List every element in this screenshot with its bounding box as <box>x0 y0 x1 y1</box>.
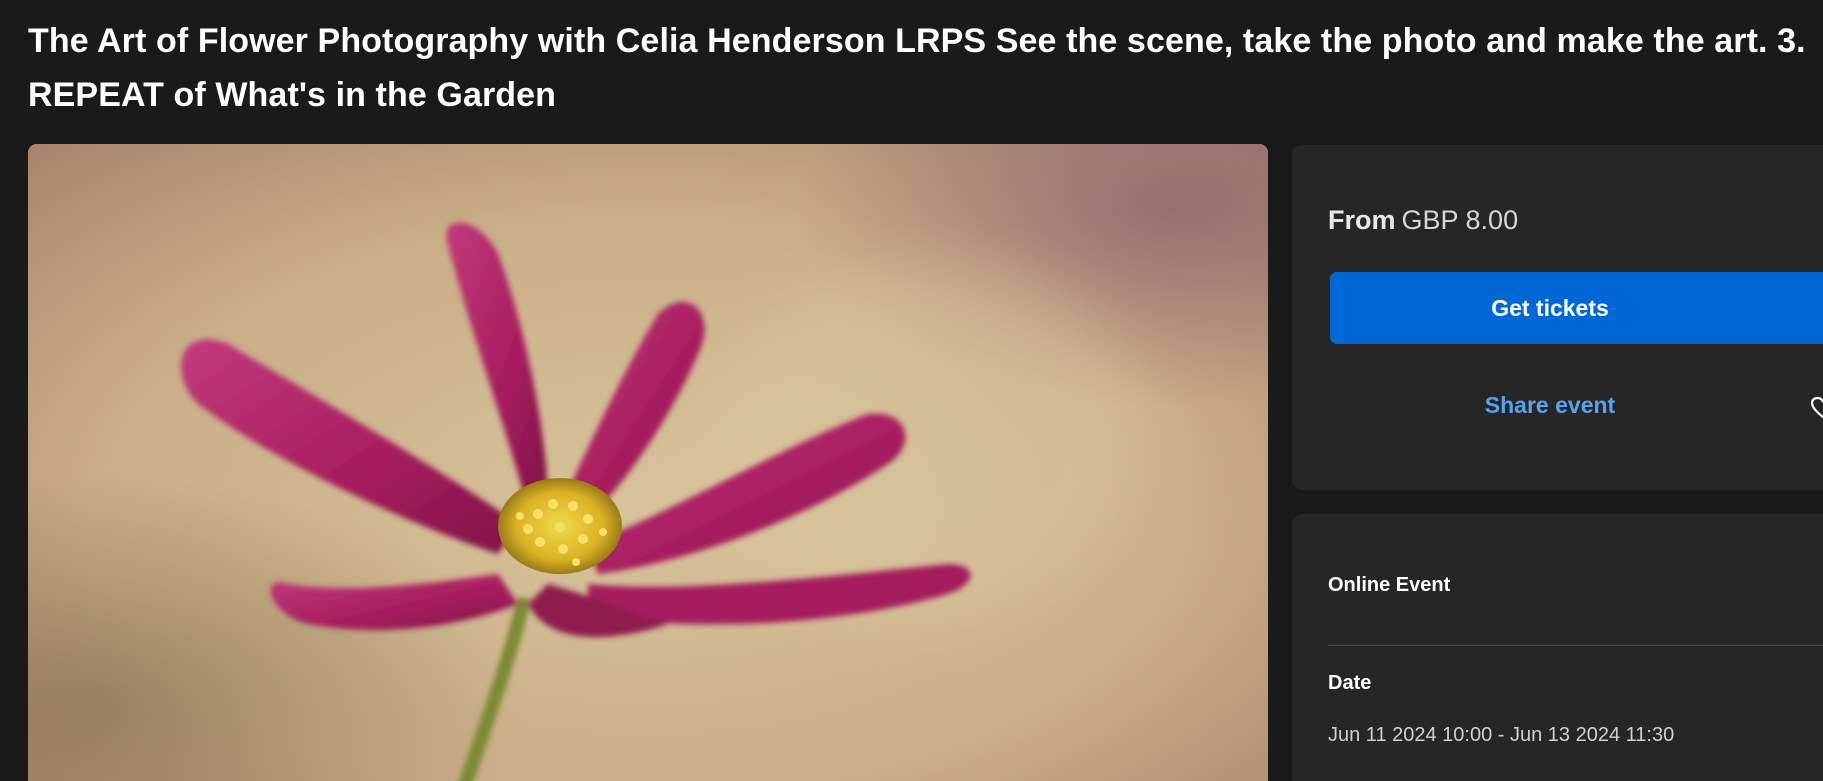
price-display: From GBP 8.00 <box>1328 205 1518 236</box>
share-event-link[interactable]: Share event <box>1330 392 1770 419</box>
get-tickets-button[interactable]: Get tickets <box>1330 272 1823 344</box>
get-tickets-label: Get tickets <box>1491 295 1609 321</box>
event-hero-image <box>28 144 1268 781</box>
event-page: The Art of Flower Photography with Celia… <box>0 0 1823 781</box>
date-label: Date <box>1328 672 1372 694</box>
event-title: The Art of Flower Photography with Celia… <box>28 22 1806 114</box>
heart-icon[interactable] <box>1810 395 1823 421</box>
event-type: Online Event <box>1328 574 1451 596</box>
details-divider <box>1328 645 1823 646</box>
price-from-label: From <box>1328 205 1396 235</box>
price-value: GBP 8.00 <box>1401 205 1519 235</box>
cosmos-flower-icon <box>28 144 1268 781</box>
event-details-card: Online Event Date Jun 11 2024 10:00 - Ju… <box>1292 514 1823 781</box>
ticket-card: From GBP 8.00 Get tickets Share event <box>1292 145 1823 490</box>
date-value: Jun 11 2024 10:00 - Jun 13 2024 11:30 <box>1328 724 1675 746</box>
